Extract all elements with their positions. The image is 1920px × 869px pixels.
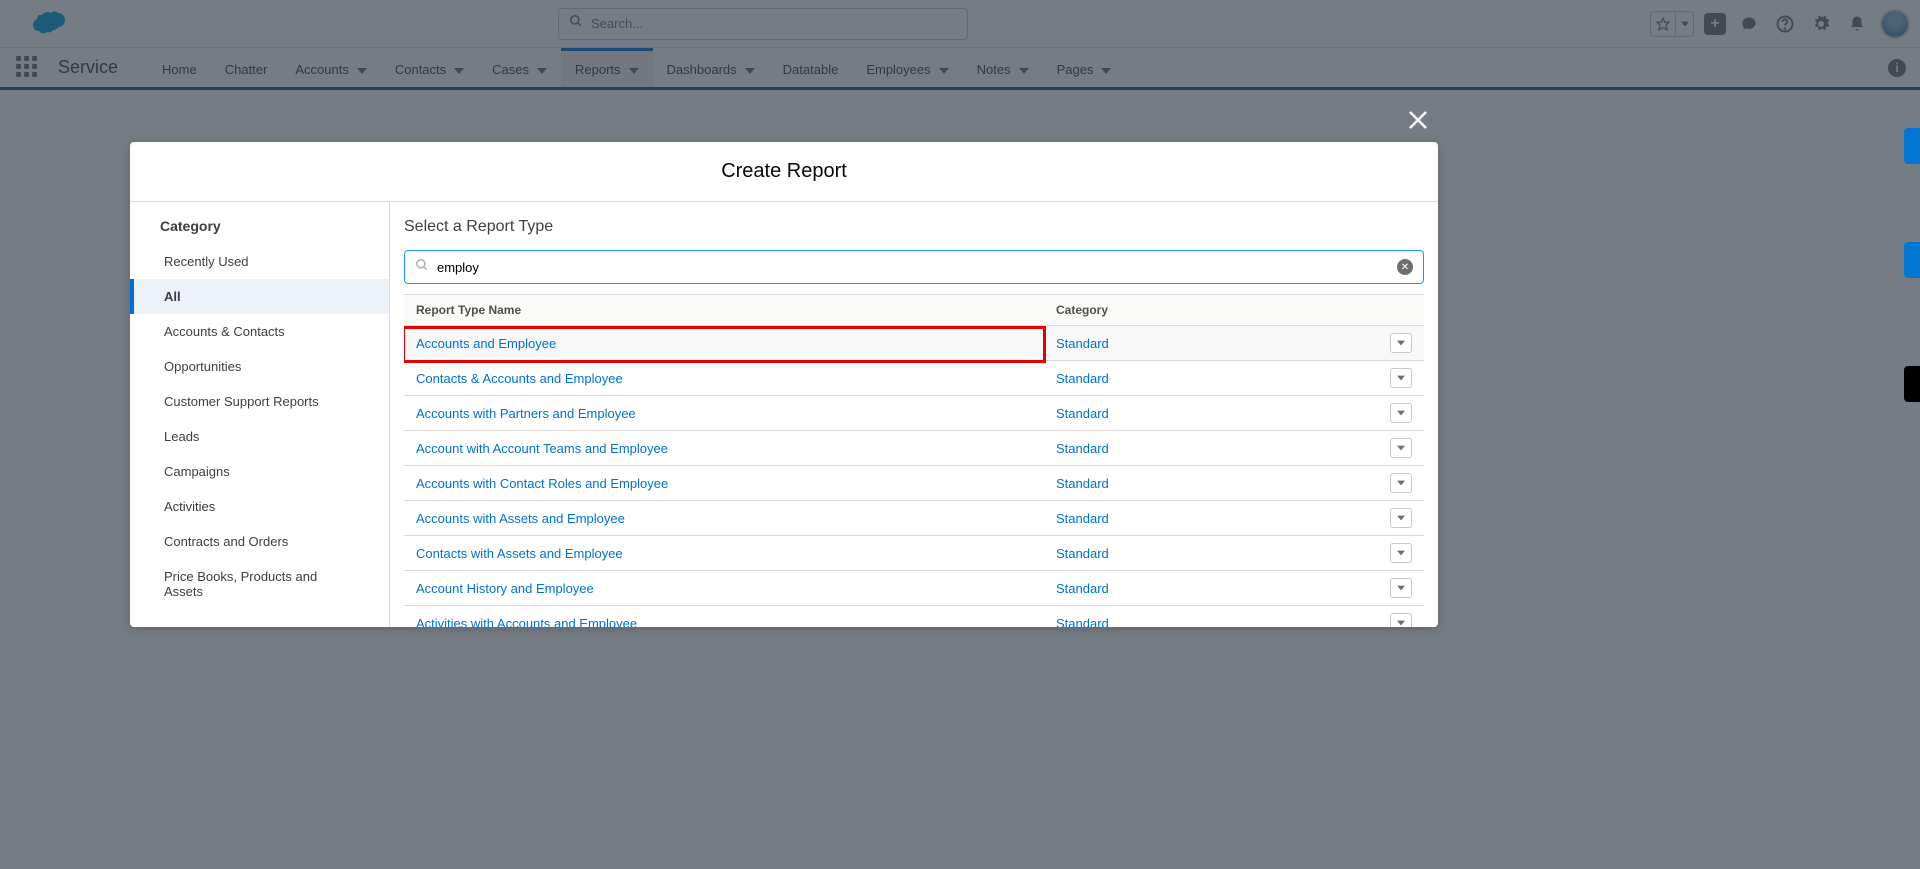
table-row[interactable]: Account History and EmployeeStandard [404, 571, 1424, 606]
side-tab-2[interactable] [1904, 242, 1920, 278]
category-item[interactable]: Opportunities [130, 349, 389, 384]
report-type-search-input[interactable] [437, 260, 1397, 275]
row-dropdown-button[interactable] [1390, 543, 1412, 563]
row-dropdown-button[interactable] [1390, 368, 1412, 388]
table-row[interactable]: Accounts with Contact Roles and Employee… [404, 466, 1424, 501]
report-type-name[interactable]: Activities with Accounts and Employee [404, 606, 1044, 628]
pane-title: Select a Report Type [404, 218, 1424, 236]
report-type-name[interactable]: Contacts with Assets and Employee [404, 536, 1044, 571]
report-type-category: Standard [1044, 606, 1378, 628]
category-item[interactable]: Contracts and Orders [130, 524, 389, 559]
report-type-name[interactable]: Account with Account Teams and Employee [404, 431, 1044, 466]
category-item[interactable]: Accounts & Contacts [130, 314, 389, 349]
row-actions-cell [1378, 466, 1424, 501]
sidebar-heading: Category [130, 202, 389, 244]
category-item[interactable]: Price Books, Products and Assets [130, 559, 389, 609]
table-row[interactable]: Contacts & Accounts and EmployeeStandard [404, 361, 1424, 396]
side-tab-3[interactable] [1904, 366, 1920, 402]
report-type-name[interactable]: Accounts with Partners and Employee [404, 396, 1044, 431]
col-category[interactable]: Category [1044, 295, 1378, 326]
side-tab-1[interactable] [1904, 128, 1920, 164]
category-sidebar: Category Recently UsedAllAccounts & Cont… [130, 202, 390, 627]
row-dropdown-button[interactable] [1390, 613, 1412, 627]
table-row[interactable]: Accounts and EmployeeStandard [404, 326, 1424, 361]
modal-title: Create Report [130, 142, 1438, 201]
row-actions-cell [1378, 396, 1424, 431]
search-icon [415, 258, 429, 277]
table-row[interactable]: Contacts with Assets and EmployeeStandar… [404, 536, 1424, 571]
category-item[interactable]: Campaigns [130, 454, 389, 489]
report-type-category: Standard [1044, 361, 1378, 396]
report-type-category: Standard [1044, 396, 1378, 431]
category-item[interactable]: Recently Used [130, 244, 389, 279]
report-type-category: Standard [1044, 466, 1378, 501]
table-row[interactable]: Account with Account Teams and EmployeeS… [404, 431, 1424, 466]
report-type-table: Report Type Name Category Accounts and E… [404, 295, 1424, 627]
table-row[interactable]: Accounts with Assets and EmployeeStandar… [404, 501, 1424, 536]
row-dropdown-button[interactable] [1390, 333, 1412, 353]
row-actions-cell [1378, 361, 1424, 396]
report-type-name[interactable]: Accounts with Assets and Employee [404, 501, 1044, 536]
row-dropdown-button[interactable] [1390, 438, 1412, 458]
category-item[interactable]: All [130, 279, 389, 314]
report-type-name[interactable]: Account History and Employee [404, 571, 1044, 606]
report-type-category: Standard [1044, 501, 1378, 536]
table-row[interactable]: Accounts with Partners and EmployeeStand… [404, 396, 1424, 431]
report-type-name[interactable]: Contacts & Accounts and Employee [404, 361, 1044, 396]
report-type-category: Standard [1044, 571, 1378, 606]
row-dropdown-button[interactable] [1390, 508, 1412, 528]
row-actions-cell [1378, 501, 1424, 536]
row-dropdown-button[interactable] [1390, 473, 1412, 493]
create-report-modal: Create Report Category Recently UsedAllA… [130, 142, 1438, 627]
category-item[interactable]: Activities [130, 489, 389, 524]
clear-search-button[interactable]: ✕ [1397, 259, 1413, 275]
report-type-category: Standard [1044, 326, 1378, 361]
row-actions-cell [1378, 431, 1424, 466]
table-row[interactable]: Activities with Accounts and EmployeeSta… [404, 606, 1424, 628]
side-utility-tabs [1904, 128, 1920, 402]
row-dropdown-button[interactable] [1390, 578, 1412, 598]
close-button[interactable] [1406, 108, 1430, 137]
row-actions-cell [1378, 326, 1424, 361]
category-item[interactable]: Customer Support Reports [130, 384, 389, 419]
report-type-table-wrap: Report Type Name Category Accounts and E… [404, 294, 1424, 627]
report-type-pane: Select a Report Type ✕ Report Type Name … [390, 202, 1438, 627]
category-item[interactable]: Leads [130, 419, 389, 454]
row-actions-cell [1378, 606, 1424, 628]
row-actions-cell [1378, 571, 1424, 606]
report-type-category: Standard [1044, 536, 1378, 571]
row-dropdown-button[interactable] [1390, 403, 1412, 423]
report-type-search[interactable]: ✕ [404, 250, 1424, 284]
report-type-name[interactable]: Accounts and Employee [404, 326, 1044, 361]
report-type-category: Standard [1044, 431, 1378, 466]
col-report-type-name[interactable]: Report Type Name [404, 295, 1044, 326]
report-type-name[interactable]: Accounts with Contact Roles and Employee [404, 466, 1044, 501]
row-actions-cell [1378, 536, 1424, 571]
